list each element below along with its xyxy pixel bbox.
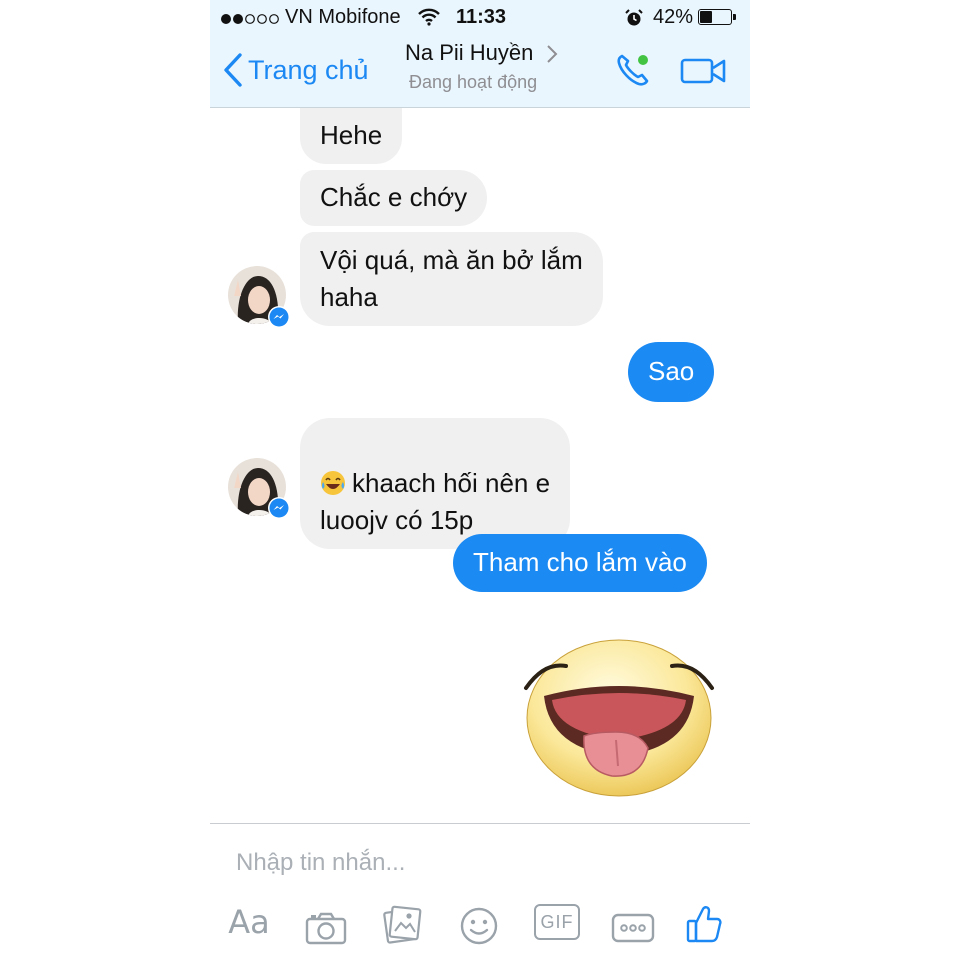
message-bubble-incoming[interactable]: Hehe [300,108,403,164]
gif-label: GIF [540,911,574,932]
back-button[interactable]: Trang chủ [222,50,369,90]
message-text: khaach hối nên e luoojv có 15p [320,468,551,535]
video-call-icon[interactable] [680,55,726,85]
messenger-badge-icon [268,306,290,328]
message-bubble-outgoing[interactable]: Tham cho lắm vào [453,534,707,592]
signal-strength-icon [221,14,279,24]
battery-icon [698,9,732,25]
battery-percent: 42% [653,6,694,28]
sticker-smile-icon[interactable] [460,904,498,948]
more-icon[interactable] [611,906,655,950]
chevron-right-icon [547,45,558,63]
chevron-left-icon [224,53,242,87]
alarm-icon [625,9,643,26]
contact-status: Đang hoạt động [409,72,538,92]
back-label: Trang chủ [248,54,369,85]
carrier-name: VN Mobifone [285,6,401,28]
message-input-placeholder: Nhập tin nhắn... [236,849,406,876]
gif-button[interactable]: GIF [534,904,580,940]
chat-header: VN Mobifone 11:33 42% Trang chủ Na Pii H… [210,0,750,108]
text-format-button[interactable]: Aa [224,900,274,944]
wifi-icon [418,8,440,26]
contact-name: Na Pii Huyền [405,40,534,65]
message-bubble-incoming[interactable]: khaach hối nên e luoojv có 15p [300,418,571,549]
message-bubble-incoming[interactable]: Vội quá, mà ăn bở lắm haha [300,232,603,326]
message-input[interactable]: Nhập tin nhắn... [236,845,716,881]
message-bubble-outgoing[interactable]: Sao [628,342,715,402]
text-format-label: Aa [228,903,270,941]
messenger-badge-icon [268,497,290,519]
phone-call-icon[interactable] [613,50,653,90]
camera-icon[interactable] [305,906,347,950]
battery-level-fill [700,11,712,23]
message-bubble-incoming[interactable]: Chắc e chớy [300,170,488,226]
thumbs-up-icon[interactable] [685,902,723,946]
gallery-icon[interactable] [382,903,422,947]
tongue-out-face-sticker[interactable] [522,628,716,798]
messenger-screen: VN Mobifone 11:33 42% Trang chủ Na Pii H… [210,0,750,960]
laughing-tears-emoji-icon [321,471,345,495]
composer-divider [210,823,750,824]
battery-cap [733,14,736,20]
status-time: 11:33 [456,6,507,28]
contact-info-button[interactable]: Na Pii Huyền Đang hoạt động [405,40,558,92]
